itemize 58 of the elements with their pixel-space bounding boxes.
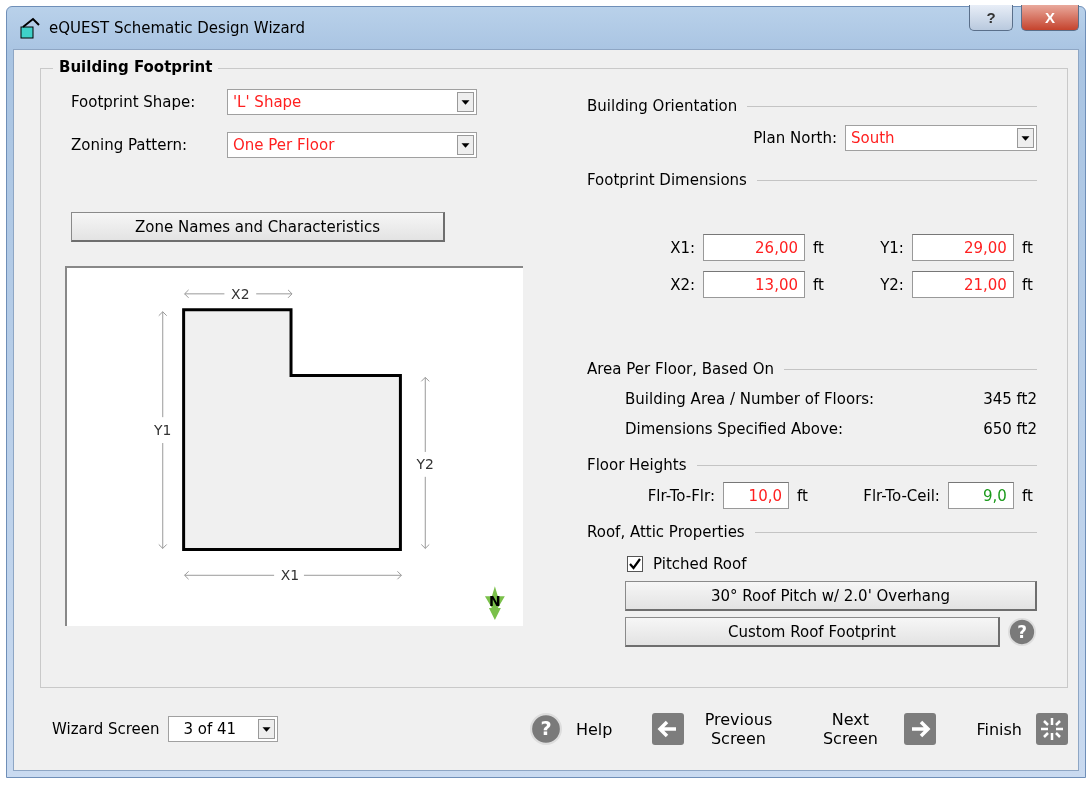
field-label: Y1: [879, 238, 904, 257]
section-title: Footprint Dimensions [587, 171, 747, 189]
number-field[interactable]: 9,0 [947, 482, 1014, 509]
next-screen-link[interactable]: Next Screen [810, 710, 891, 748]
dimension-label: X2 [231, 285, 250, 302]
checkbox-label: Pitched Roof [653, 555, 747, 573]
number-field[interactable]: 21,00 [911, 271, 1014, 298]
roof-pitch-button[interactable]: 30° Roof Pitch w/ 2.0' Overhang [625, 581, 1037, 611]
number-field[interactable]: 10,0 [723, 482, 789, 509]
sparkle-icon[interactable] [1036, 713, 1068, 745]
info-label: Dimensions Specified Above: [625, 420, 844, 438]
field-label: Flr-To-Flr: [646, 486, 715, 505]
north-arrow-icon: N [484, 586, 505, 621]
help-button[interactable]: ? [969, 5, 1013, 31]
field-label: Flr-To-Ceil: [862, 486, 940, 505]
section-title: Building Orientation [587, 97, 738, 115]
section-title: Floor Heights [587, 456, 687, 474]
zone-names-button[interactable]: Zone Names and Characteristics [71, 212, 445, 242]
checkmark-icon [629, 558, 641, 570]
unit-label: ft [813, 238, 824, 257]
dropdown-field[interactable]: South [845, 125, 1037, 151]
field-label: Y2: [879, 275, 904, 294]
dimension-label: X1 [280, 567, 300, 584]
dropdown-field[interactable]: 'L' Shape [227, 89, 477, 115]
unit-label: ft [813, 275, 824, 294]
group-title: Building Footprint [53, 58, 219, 76]
number-field[interactable]: 13,00 [703, 271, 805, 298]
close-button[interactable]: X [1021, 5, 1079, 31]
field-label: Zoning Pattern: [71, 136, 188, 154]
info-value: 650 ft2 [983, 420, 1037, 438]
checkbox[interactable] [627, 556, 643, 572]
info-value: 345 ft2 [983, 390, 1037, 408]
custom-roof-button[interactable]: Custom Roof Footprint [625, 617, 1000, 647]
help-icon[interactable]: ? [1008, 618, 1036, 646]
unit-label: ft [1021, 275, 1033, 294]
field-label: Footprint Shape: [71, 93, 197, 111]
window-title: eQUEST Schematic Design Wizard [49, 19, 307, 37]
field-label: X2: [669, 275, 695, 294]
help-icon[interactable]: ? [529, 713, 562, 745]
field-label: Plan North: [753, 129, 837, 147]
section-title: Roof, Attic Properties [587, 523, 745, 541]
unit-label: ft [797, 486, 808, 505]
field-label: Wizard Screen [52, 720, 160, 738]
app-logo-icon [19, 17, 41, 39]
dimension-label: Y1 [154, 422, 172, 439]
previous-screen-link[interactable]: Previous Screen [698, 710, 779, 748]
unit-label: ft [1021, 238, 1033, 257]
unit-label: ft [1021, 486, 1033, 505]
screen-dropdown[interactable]: 3 of 41 [167, 716, 278, 742]
finish-link[interactable]: Finish [976, 719, 1022, 739]
info-label: Building Area / Number of Floors: [625, 390, 875, 408]
help-link[interactable]: Help [575, 719, 613, 739]
number-field[interactable]: 29,00 [911, 234, 1014, 261]
field-label: X1: [669, 238, 695, 257]
dimension-label: Y2 [416, 455, 434, 472]
dropdown-field[interactable]: One Per Floor [227, 132, 477, 158]
section-title: Area Per Floor, Based On [587, 360, 774, 378]
number-field[interactable]: 26,00 [703, 234, 805, 261]
